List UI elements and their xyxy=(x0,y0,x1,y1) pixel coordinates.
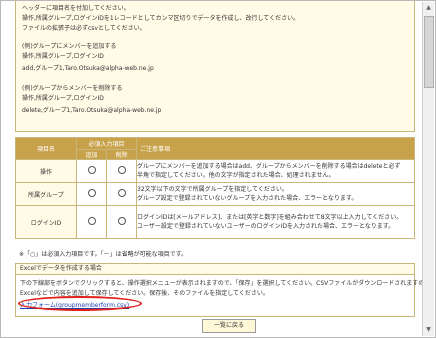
header-notes: ご注意事項 xyxy=(136,137,415,160)
row-name: 所属グループ xyxy=(15,182,77,206)
circle-icon xyxy=(87,166,96,174)
scroll-down-icon[interactable]: ▼ xyxy=(423,324,434,336)
required-mark xyxy=(76,205,107,239)
header-item: 項目名 xyxy=(15,137,77,160)
window-frame: ヘッダーに項目名を付加してください。 操作,所属グループ,ログインIDを1レコー… xyxy=(0,0,436,338)
note-line: 32文字以下の文字で所属グループを指定してください。 xyxy=(137,186,288,193)
instruction-line: ファイルの拡張子は必ずcsvとしてください。 xyxy=(22,25,146,32)
instruction-line: (例)グループにメンバーを追加する xyxy=(22,43,117,50)
required-mark xyxy=(76,159,107,183)
note-line: 半角で指定してください。他の文字が指定された場合、処理されません。 xyxy=(137,172,335,179)
row-note: 32文字以下の文字で所属グループを指定してください。 グループ設定で登録されてい… xyxy=(136,182,415,206)
excel-title: Excelでデータを作成する場合 xyxy=(16,264,414,275)
table-row: 所属グループ 32文字以下の文字で所属グループを指定してください。 グループ設定… xyxy=(15,182,415,206)
row-name: ログインID xyxy=(15,205,77,239)
excel-line: Excelなどで内容を追加して保存してください。保存後、そのファイルを指定してく… xyxy=(20,290,269,297)
vertical-scrollbar[interactable]: ▲ ▼ xyxy=(422,2,434,336)
header-required: 必須入力項目 xyxy=(76,137,137,150)
back-to-list-button[interactable]: 一覧に戻る xyxy=(202,319,256,333)
instruction-line: ヘッダーに項目名を付加してください。 xyxy=(22,5,130,12)
required-mark xyxy=(76,182,107,206)
instructions-box: ヘッダーに項目名を付加してください。 操作,所属グループ,ログインIDを1レコー… xyxy=(15,1,415,132)
circle-icon xyxy=(117,166,126,174)
required-mark xyxy=(106,205,137,239)
circle-icon xyxy=(117,189,126,197)
instruction-line: 操作,所属グループ,ログインID xyxy=(22,53,104,60)
circle-icon xyxy=(117,217,126,225)
table-row: 操作 グループにメンバーを追加する場合はadd、グループからメンバーを削除する場… xyxy=(15,159,415,183)
circle-icon xyxy=(87,189,96,197)
instruction-line: add,グループ1,Taro.Otsuka@alpha-web.ne.jp xyxy=(22,65,154,72)
excel-line: 下の下線部をボタンでクリックすると、操作選択メニューが表示されますので、「保存」… xyxy=(20,280,436,287)
note-line: ユーザー設定で登録されていないユーザーのログインIDを入力された場合、エラーとな… xyxy=(137,223,395,230)
instruction-line: delete,グループ1,Taro.Otsuka@alpha-web.ne.jp xyxy=(22,107,162,114)
table-row: ログインID ログインIDは[メールアドレス]、または[英字と数字]を組み合わせ… xyxy=(15,205,415,239)
note-line: グループ設定で登録されていないグループを入力された場合、エラーとなります。 xyxy=(137,195,358,202)
instruction-line: 操作,所属グループ,ログインIDを1レコードとしてカンマ区切りでデータを作成し、… xyxy=(22,15,300,22)
legend-text: ※「○」は必須入力項目です。「－」は省略が可能な項目です。 xyxy=(19,251,188,258)
row-note: ログインIDは[メールアドレス]、または[英字と数字]を組み合わせて8文字以上入… xyxy=(136,205,415,239)
row-note: グループにメンバーを追加する場合はadd、グループからメンバーを削除する場合はd… xyxy=(136,159,415,183)
excel-box: Excelでデータを作成する場合 下の下線部をボタンでクリックすると、操作選択メ… xyxy=(15,263,436,317)
required-mark xyxy=(106,159,137,183)
header-add: 追加 xyxy=(76,149,107,160)
required-mark xyxy=(106,182,137,206)
header-delete: 削除 xyxy=(106,149,137,160)
fields-table: 項目名 必須入力項目 ご注意事項 追加 削除 操作 グループにメンバーを追加する… xyxy=(15,137,415,239)
form-download-link[interactable]: 入力フォーム(groupmemberform.csv) xyxy=(20,302,129,309)
note-line: ログインIDは[メールアドレス]、または[英字と数字]を組み合わせて8文字以上入… xyxy=(137,214,403,221)
scroll-thumb[interactable] xyxy=(424,16,434,88)
row-name: 操作 xyxy=(15,159,77,183)
scroll-up-icon[interactable]: ▲ xyxy=(423,2,434,14)
circle-icon xyxy=(87,217,96,225)
instruction-line: (例)グループからメンバーを削除する xyxy=(22,85,123,92)
instruction-line: 操作,所属グループ,ログインID xyxy=(22,95,104,102)
note-line: グループにメンバーを追加する場合はadd、グループからメンバーを削除する場合はd… xyxy=(137,163,401,170)
